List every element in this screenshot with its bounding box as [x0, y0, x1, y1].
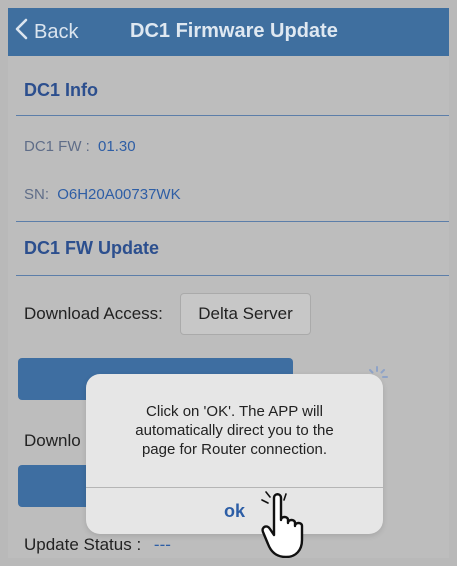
navigation-bar: Back DC1 Firmware Update	[8, 8, 449, 56]
download-status-label: Downlo	[24, 431, 81, 450]
section-title-fw-update: DC1 FW Update	[24, 238, 159, 258]
page-title: DC1 Firmware Update	[130, 20, 338, 42]
alert-dialog: Click on 'OK'. The APP will automaticall…	[86, 374, 383, 534]
back-label: Back	[34, 20, 79, 43]
download-access-select[interactable]: Delta Server	[180, 293, 311, 335]
ok-button[interactable]: ok	[86, 488, 383, 534]
update-status-value: ---	[153, 535, 171, 554]
download-access-label: Download Access:	[24, 304, 163, 323]
serial-number-value: O6H20A00737WK	[57, 186, 181, 203]
fw-version-label: DC1 FW :	[24, 138, 90, 155]
serial-number-label: SN:	[24, 186, 50, 203]
divider	[16, 115, 449, 116]
fw-version-row: DC1 FW : 01.30	[24, 138, 136, 155]
dialog-message: Click on 'OK'. The APP will automaticall…	[135, 403, 334, 458]
chevron-left-icon	[14, 18, 30, 46]
divider	[16, 221, 449, 222]
update-status-label: Update Status :	[24, 535, 142, 554]
serial-number-row: SN: O6H20A00737WK	[24, 186, 181, 203]
divider	[16, 275, 449, 276]
update-status-row: Update Status : ---	[24, 535, 171, 555]
pointing-hand-cursor-icon	[261, 491, 304, 558]
section-title-dc1-info: DC1 Info	[24, 80, 98, 100]
fw-version-value: 01.30	[98, 138, 136, 155]
back-button[interactable]: Back	[14, 18, 78, 46]
app-screen: Back DC1 Firmware Update DC1 Info DC1 FW…	[8, 8, 449, 558]
